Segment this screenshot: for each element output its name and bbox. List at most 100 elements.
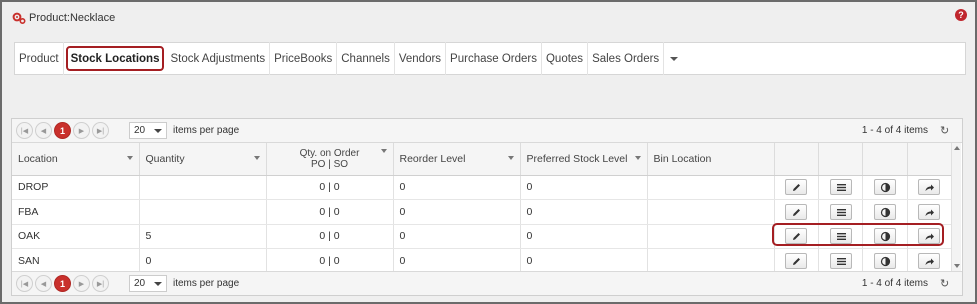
more-tabs-dropdown[interactable] — [664, 42, 684, 75]
tab-product[interactable]: Product — [15, 42, 64, 75]
column-header-bin-location[interactable]: Bin Location — [647, 143, 775, 176]
pager-bottom: |◀ ◀ 1 ▶ ▶| 20 items per page 1 - 4 of 4… — [12, 271, 962, 295]
chevron-down-icon[interactable] — [380, 149, 387, 153]
cell-location: OAK — [12, 224, 140, 249]
chevron-down-icon[interactable] — [507, 156, 514, 160]
list-button[interactable] — [829, 228, 852, 245]
help-icon[interactable]: ? — [955, 9, 967, 21]
share-button[interactable] — [918, 252, 941, 269]
list-button[interactable] — [829, 252, 852, 269]
column-label: Location — [18, 152, 58, 165]
cell-reorder-level: 0 — [393, 224, 521, 249]
tab-stock-adjustments[interactable]: Stock Adjustments — [166, 42, 271, 75]
row-action-cell — [907, 224, 953, 249]
current-page-button[interactable]: 1 — [54, 275, 71, 292]
cell-bin-location — [647, 224, 775, 249]
row-action-cell — [818, 248, 864, 274]
contrast-button[interactable] — [873, 179, 896, 196]
share-button[interactable] — [918, 179, 941, 196]
tab-purchase-orders[interactable]: Purchase Orders — [446, 42, 542, 75]
table-row[interactable]: OAK 5 0 | 000 — [12, 224, 953, 249]
column-header-location[interactable]: Location — [12, 143, 140, 176]
contrast-button[interactable] — [873, 228, 896, 245]
cell-location: FBA — [12, 199, 140, 225]
column-header-reorder-level[interactable]: Reorder Level — [393, 143, 521, 176]
cell-qty-on-order: 0 | 0 — [266, 175, 394, 200]
gears-icon — [12, 11, 26, 25]
column-header-action — [907, 143, 953, 176]
cell-qty-on-order: 0 | 0 — [266, 248, 394, 274]
refresh-icon[interactable]: ↻ — [940, 278, 950, 289]
chevron-down-icon[interactable] — [253, 156, 260, 160]
edit-button[interactable] — [785, 228, 808, 245]
tab-channels[interactable]: Channels — [337, 42, 395, 75]
vertical-scrollbar[interactable] — [951, 143, 961, 271]
tab-bar: Product Stock Locations Stock Adjustment… — [14, 42, 966, 75]
cell-qty-on-order: 0 | 0 — [266, 224, 394, 249]
share-button[interactable] — [918, 203, 941, 220]
window-title: Product:Necklace — [29, 12, 116, 24]
cell-reorder-level: 0 — [393, 199, 521, 225]
next-page-icon[interactable]: ▶ — [73, 275, 90, 292]
column-label: Qty. on Order — [299, 147, 360, 159]
refresh-icon[interactable]: ↻ — [940, 125, 950, 136]
edit-button[interactable] — [785, 203, 808, 220]
column-header-qty-on-order[interactable]: Qty. on Order PO | SO — [266, 143, 394, 176]
table-row[interactable]: DROP 0 | 000 — [12, 175, 953, 200]
cell-preferred-stock-level: 0 — [520, 248, 648, 274]
page-size-select[interactable]: 20 — [129, 122, 167, 139]
row-action-cell — [774, 199, 819, 225]
row-action-cell — [774, 175, 819, 200]
contrast-button[interactable] — [873, 252, 896, 269]
cell-bin-location — [647, 199, 775, 225]
page-size-value: 20 — [134, 125, 146, 136]
column-label: Quantity — [145, 152, 185, 165]
page-size-select[interactable]: 20 — [129, 275, 167, 292]
row-action-cell — [907, 175, 953, 200]
cell-quantity: 0 — [139, 248, 267, 274]
edit-button[interactable] — [785, 252, 808, 269]
list-button[interactable] — [829, 179, 852, 196]
column-label: Bin Location — [653, 152, 712, 165]
tab-sales-orders[interactable]: Sales Orders — [588, 42, 665, 75]
current-page-button[interactable]: 1 — [54, 122, 71, 139]
column-label: Reorder Level — [399, 152, 466, 165]
scroll-up-icon[interactable] — [954, 146, 960, 150]
chevron-down-icon — [670, 56, 679, 61]
tab-stock-locations[interactable]: Stock Locations — [65, 46, 165, 71]
first-page-icon[interactable]: |◀ — [16, 122, 33, 139]
page-size-label: items per page — [173, 278, 240, 289]
scroll-down-icon[interactable] — [954, 264, 960, 268]
cell-quantity — [139, 175, 267, 200]
next-page-icon[interactable]: ▶ — [73, 122, 90, 139]
share-button[interactable] — [918, 228, 941, 245]
chevron-down-icon[interactable] — [126, 156, 133, 160]
row-action-cell — [774, 224, 819, 249]
list-button[interactable] — [829, 203, 852, 220]
tab-vendors[interactable]: Vendors — [395, 42, 447, 75]
chevron-down-icon — [154, 281, 162, 286]
edit-button[interactable] — [785, 179, 808, 196]
tab-quotes[interactable]: Quotes — [542, 42, 589, 75]
chevron-down-icon[interactable] — [634, 156, 641, 160]
prev-page-icon[interactable]: ◀ — [35, 122, 52, 139]
table-row[interactable]: FBA 0 | 000 — [12, 199, 953, 225]
column-header-quantity[interactable]: Quantity — [139, 143, 267, 176]
table-row[interactable]: SAN 0 0 | 000 — [12, 248, 953, 274]
column-header-preferred-stock-level[interactable]: Preferred Stock Level — [520, 143, 648, 176]
cell-bin-location — [647, 175, 775, 200]
last-page-icon[interactable]: ▶| — [92, 275, 109, 292]
cell-reorder-level: 0 — [393, 248, 521, 274]
last-page-icon[interactable]: ▶| — [92, 122, 109, 139]
tab-pricebooks[interactable]: PriceBooks — [270, 42, 338, 75]
row-action-cell — [774, 248, 819, 274]
window-titlebar: Product:Necklace — [12, 10, 115, 26]
contrast-button[interactable] — [873, 203, 896, 220]
prev-page-icon[interactable]: ◀ — [35, 275, 52, 292]
cell-location: DROP — [12, 175, 140, 200]
first-page-icon[interactable]: |◀ — [16, 275, 33, 292]
column-header-action — [862, 143, 908, 176]
header-row: Location Quantity Qty. on Order PO | SO R… — [12, 143, 953, 176]
cell-preferred-stock-level: 0 — [520, 224, 648, 249]
cell-reorder-level: 0 — [393, 175, 521, 200]
